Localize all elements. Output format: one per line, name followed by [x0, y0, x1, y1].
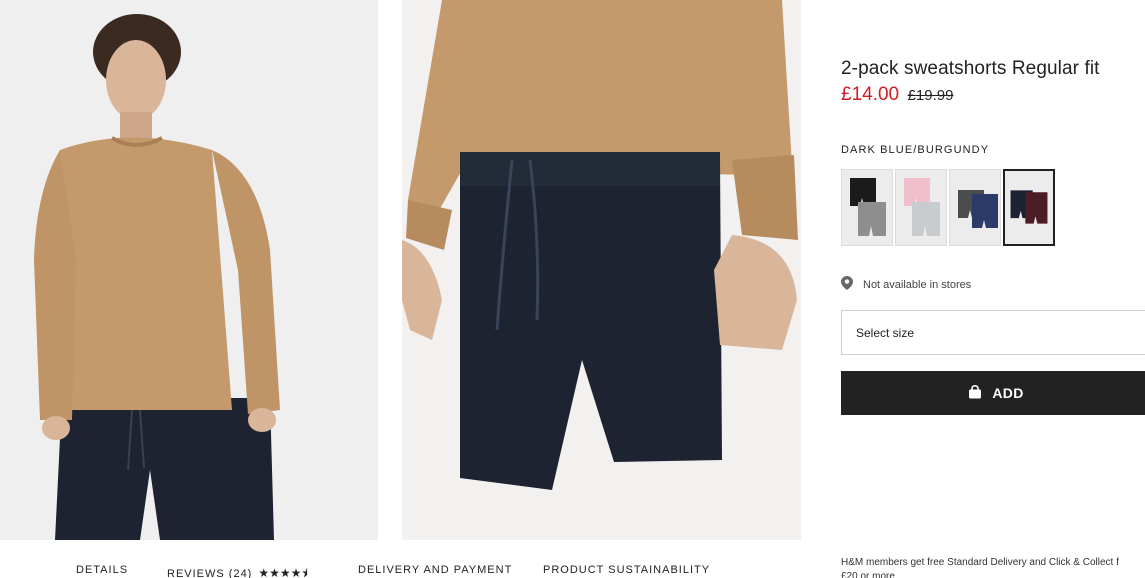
shorts-closeup-illustration: [402, 0, 801, 540]
shopping-bag-icon: [968, 384, 982, 402]
tab-reviews-label: REVIEWS (24): [167, 568, 253, 578]
selected-color-label: DARK BLUE/BURGUNDY: [841, 144, 990, 156]
availability-text: Not available in stores: [863, 278, 972, 291]
price-row: £14.00 £19.99: [841, 84, 953, 106]
swatch-grey-blue[interactable]: [949, 169, 1001, 246]
original-price: £19.99: [907, 87, 954, 104]
color-swatches: [841, 169, 1055, 246]
photo-gap: [378, 0, 402, 540]
member-delivery-promo: H&M members get free Standard Delivery a…: [841, 556, 1145, 578]
promo-line-1: H&M members get free Standard Delivery a…: [841, 557, 1119, 568]
rating-stars: ★★★★⯨: [258, 566, 308, 578]
product-photo-model[interactable]: [0, 0, 378, 540]
sale-price: £14.00: [841, 84, 900, 105]
tab-details[interactable]: DETAILS: [76, 564, 128, 576]
promo-line-2: £20 or more: [841, 571, 895, 578]
product-info-panel: 2-pack sweatshorts Regular fit £14.00 £1…: [841, 0, 1145, 540]
size-select-placeholder: Select size: [856, 325, 915, 340]
tab-details-label: DETAILS: [76, 564, 129, 576]
tab-delivery[interactable]: DELIVERY AND PAYMENT: [358, 564, 512, 576]
size-select[interactable]: Select size: [841, 310, 1145, 355]
tab-reviews[interactable]: REVIEWS (24) ★★★★⯨: [167, 564, 308, 578]
location-pin-icon: [841, 276, 853, 293]
swatch-black-grey[interactable]: [841, 169, 893, 246]
add-to-bag-button[interactable]: ADD: [841, 371, 1145, 415]
model-illustration: [0, 0, 378, 540]
product-tabs: DETAILS REVIEWS (24) ★★★★⯨ DELIVERY AND P…: [0, 540, 800, 578]
store-availability: Not available in stores: [841, 276, 971, 293]
tab-delivery-label: DELIVERY AND PAYMENT: [358, 564, 513, 576]
swatch-dark-blue-burgundy[interactable]: [1003, 169, 1055, 246]
tab-sustainability[interactable]: PRODUCT SUSTAINABILITY: [543, 564, 710, 576]
add-button-label: ADD: [992, 385, 1024, 401]
product-photo-closeup[interactable]: [402, 0, 801, 540]
tab-sustainability-label: PRODUCT SUSTAINABILITY: [543, 564, 711, 576]
product-title: 2-pack sweatshorts Regular fit: [841, 58, 1100, 79]
swatch-pink-grey[interactable]: [895, 169, 947, 246]
